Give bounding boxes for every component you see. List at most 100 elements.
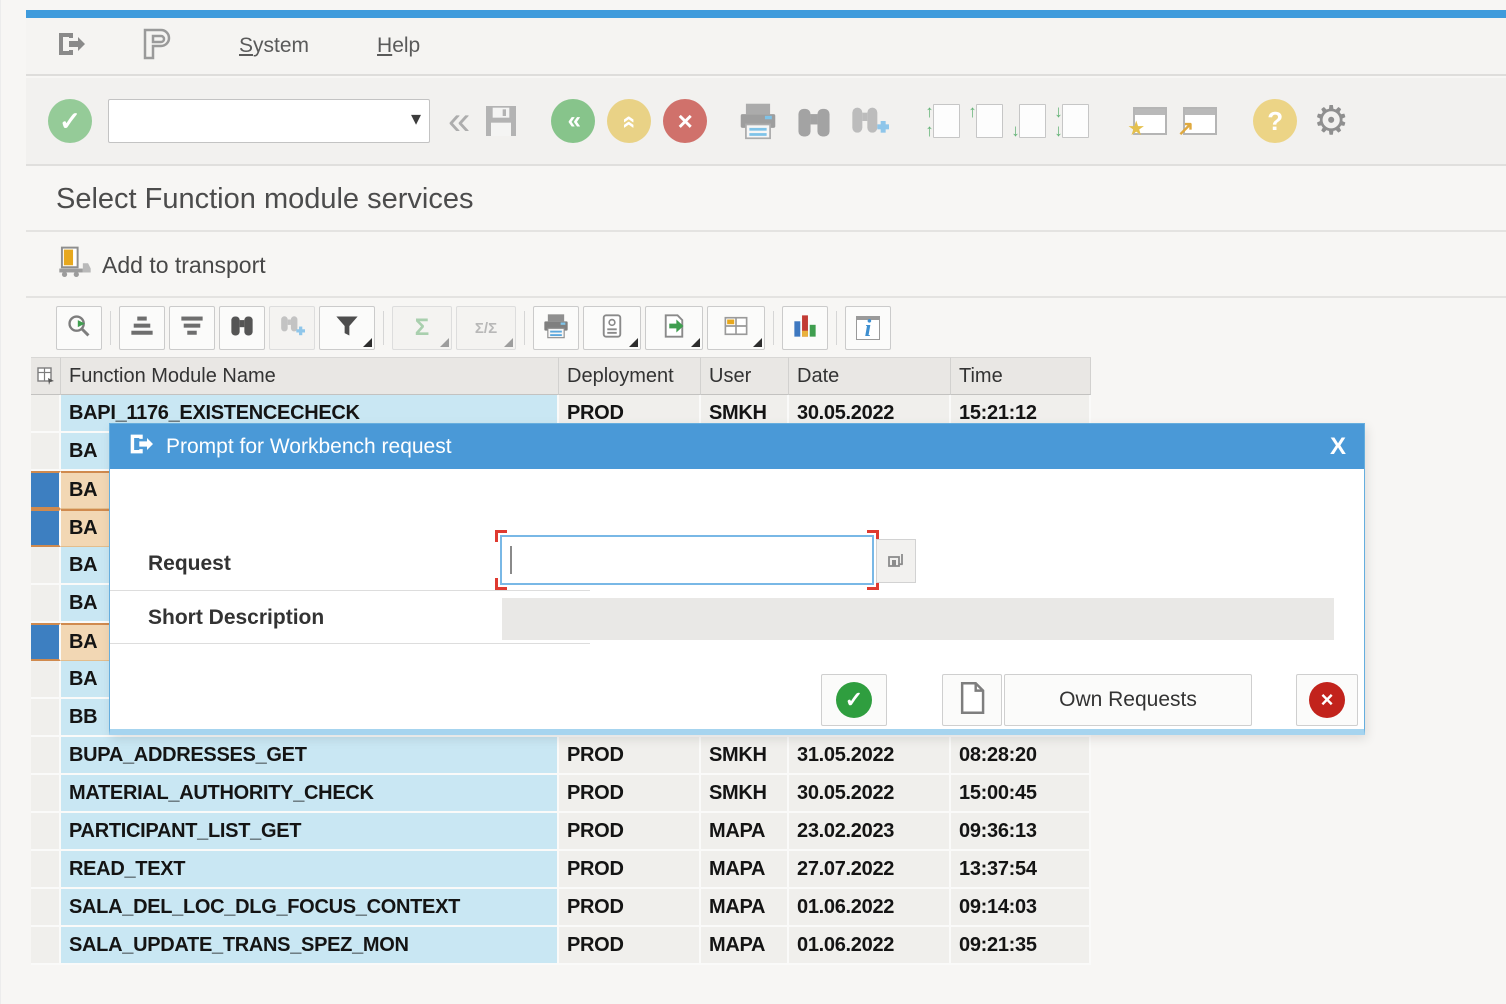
details-button[interactable] — [56, 306, 102, 350]
find-next-button[interactable] — [269, 306, 315, 350]
binoculars-icon — [229, 313, 255, 344]
value-help-icon — [887, 551, 905, 571]
arrow-up-icon: ↑ — [925, 103, 934, 120]
row-selector[interactable] — [31, 737, 61, 775]
check-circle-icon: ✓ — [836, 682, 872, 718]
subtotal-icon: Σ/Σ — [475, 320, 497, 337]
create-shortcut-icon[interactable]: ↗ — [1183, 107, 1217, 135]
print-icon[interactable] — [737, 102, 779, 140]
row-selector[interactable] — [31, 509, 61, 547]
dialog-close-icon[interactable]: X — [1330, 433, 1346, 461]
dropdown-caret-icon — [504, 338, 513, 347]
help-button[interactable]: ? — [1253, 99, 1297, 143]
select-all-header[interactable] — [31, 357, 61, 395]
find-icon[interactable] — [795, 102, 833, 140]
x-icon: × — [678, 106, 693, 137]
layout-button[interactable] — [707, 306, 765, 350]
save-icon[interactable] — [481, 101, 521, 141]
col-header-date[interactable]: Date — [789, 357, 951, 395]
add-to-transport-button[interactable]: Add to transport — [102, 252, 266, 279]
new-session-icon[interactable]: ★ — [1133, 107, 1167, 135]
row-selector[interactable] — [31, 699, 61, 737]
page-up-button[interactable]: « — [607, 99, 651, 143]
sap-gui-window: System Help ✓ ▾ « « « × ↑ ↑ — [0, 0, 1506, 1004]
table-row[interactable]: SALA_DEL_LOC_DLG_FOCUS_CONTEXT PROD MAPA… — [31, 889, 1091, 927]
table-row[interactable]: BUPA_ADDRESSES_GET PROD SMKH 31.05.2022 … — [31, 737, 1091, 775]
export-button[interactable] — [645, 306, 703, 350]
table-row[interactable]: SALA_UPDATE_TRANS_SPEZ_MON PROD MAPA 01.… — [31, 927, 1091, 965]
row-selector[interactable] — [31, 813, 61, 851]
transport-truck-icon[interactable] — [58, 246, 92, 284]
customize-layout-icon[interactable]: ⚙ — [1313, 98, 1349, 144]
back-button[interactable]: « — [448, 101, 467, 141]
print-preview-button[interactable] — [533, 306, 579, 350]
info-icon: i — [865, 316, 872, 343]
alv-toolbar: Σ Σ/Σ i — [26, 300, 1506, 356]
short-description-field — [502, 598, 1334, 640]
row-selector[interactable] — [31, 395, 61, 433]
arrow-down-icon: ↓ — [1011, 122, 1020, 139]
col-header-user[interactable]: User — [701, 357, 789, 395]
subtotal-button[interactable]: Σ/Σ — [456, 306, 516, 350]
request-label: Request — [148, 552, 231, 576]
short-description-label: Short Description — [148, 606, 324, 630]
page-title: Select Function module services — [56, 183, 473, 216]
row-selector[interactable] — [31, 433, 61, 471]
row-selector[interactable] — [31, 927, 61, 965]
row-selector[interactable] — [31, 547, 61, 585]
cancel-button[interactable]: × — [663, 99, 707, 143]
command-field-wrap: ▾ — [108, 99, 430, 143]
col-header-deployment[interactable]: Deployment — [559, 357, 701, 395]
row-selector[interactable] — [31, 851, 61, 889]
find-button[interactable] — [219, 306, 265, 350]
find-next-icon[interactable] — [849, 102, 889, 140]
dialog-continue-button[interactable]: ✓ — [821, 674, 887, 726]
row-selector[interactable] — [31, 585, 61, 623]
table-row[interactable]: READ_TEXT PROD MAPA 27.07.2022 13:37:54 — [31, 851, 1091, 889]
chevron-down-icon[interactable]: ▾ — [411, 106, 421, 131]
row-selector[interactable] — [31, 889, 61, 927]
exit-button[interactable]: « — [551, 99, 595, 143]
value-help-button[interactable] — [876, 539, 916, 583]
graphic-button[interactable] — [782, 306, 828, 350]
col-header-function-module-name[interactable]: Function Module Name — [61, 357, 559, 395]
row-selector[interactable] — [31, 623, 61, 661]
create-request-button[interactable] — [942, 674, 1002, 726]
last-page-icon[interactable]: ↓ ↓ — [1062, 104, 1089, 138]
own-requests-button[interactable]: Own Requests — [1004, 674, 1252, 726]
enter-button[interactable]: ✓ — [48, 99, 92, 143]
info-button[interactable]: i — [845, 306, 891, 350]
magnifier-icon — [66, 313, 92, 344]
menu-system[interactable]: System — [239, 34, 309, 58]
row-selector[interactable] — [31, 471, 61, 509]
page-up-icon[interactable]: ↑ — [976, 104, 1003, 138]
first-page-icon[interactable]: ↑ ↑ — [933, 104, 960, 138]
sigma-icon: Σ — [415, 314, 429, 342]
filter-funnel-icon — [334, 313, 360, 344]
sort-descending-button[interactable] — [169, 306, 215, 350]
sum-button[interactable]: Σ — [392, 306, 452, 350]
dropdown-caret-icon — [691, 338, 700, 347]
dialog-body: Request Short Description ✓ — [110, 469, 1364, 729]
cancel-circle-icon: × — [1309, 682, 1345, 718]
spreadsheet-button[interactable] — [583, 306, 641, 350]
filter-button[interactable] — [319, 306, 375, 350]
menu-help[interactable]: Help — [377, 34, 420, 58]
text-cursor — [510, 546, 512, 574]
row-selector[interactable] — [31, 661, 61, 699]
command-field[interactable] — [108, 99, 430, 143]
page-down-icon[interactable]: ↓ — [1019, 104, 1046, 138]
sort-ascending-button[interactable] — [119, 306, 165, 350]
menu-exit-icon[interactable] — [56, 30, 86, 63]
dialog-cancel-button[interactable]: × — [1296, 674, 1358, 726]
double-chevron-up-icon: « — [615, 115, 643, 126]
row-selector[interactable] — [31, 775, 61, 813]
gui-status-icon — [141, 28, 171, 65]
table-row[interactable]: MATERIAL_AUTHORITY_CHECK PROD SMKH 30.05… — [31, 775, 1091, 813]
menu-bar: System Help — [26, 18, 1506, 76]
table-row[interactable]: PARTICIPANT_LIST_GET PROD MAPA 23.02.202… — [31, 813, 1091, 851]
shortcut-arrow-icon: ↗ — [1177, 116, 1194, 141]
dialog-title-bar[interactable]: Prompt for Workbench request X — [110, 424, 1364, 469]
request-input[interactable] — [502, 537, 872, 583]
col-header-time[interactable]: Time — [951, 357, 1091, 395]
